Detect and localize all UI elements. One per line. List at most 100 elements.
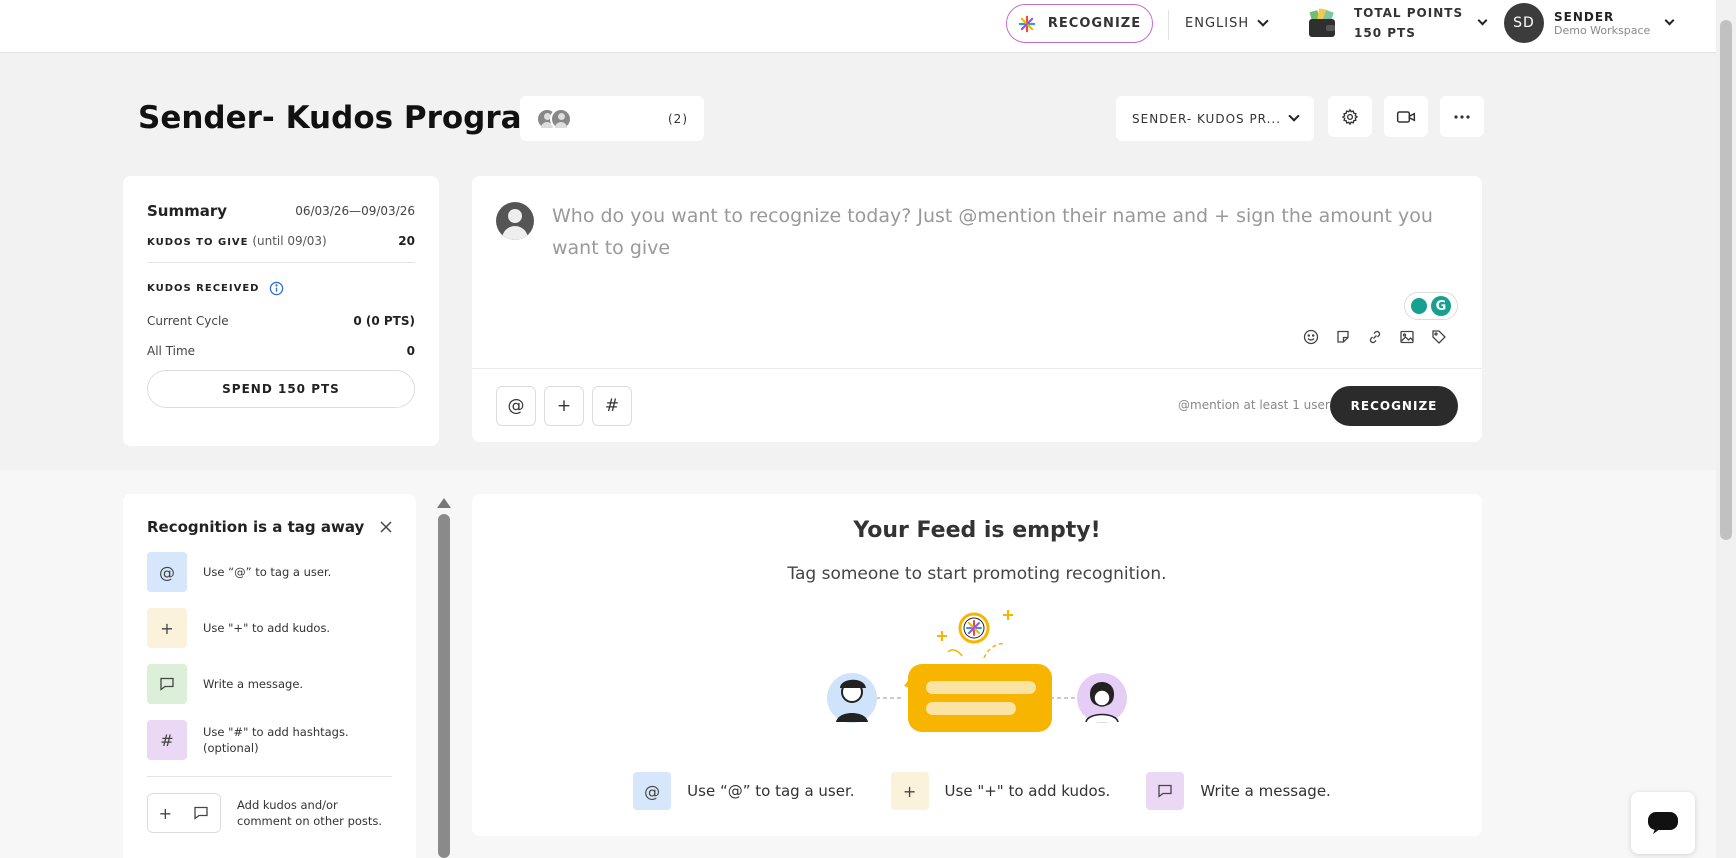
empty-feed-illustration <box>827 610 1127 732</box>
mention-button[interactable]: @ <box>496 386 536 426</box>
feed-steps: @ Use “@” to tag a user. + Use "+" to add k… <box>632 772 1332 810</box>
tip-combo-text: Add kudos and/or comment on other posts. <box>237 798 383 828</box>
kudos-to-give-label: KUDOS TO GIVE <box>147 237 249 248</box>
plus-icon: + <box>147 608 187 648</box>
kudos-logo-icon <box>1018 15 1036 32</box>
grammarly-icon: G <box>1431 296 1451 316</box>
all-time-value: 0 <box>406 344 415 358</box>
tag-button[interactable] <box>1430 328 1448 346</box>
top-recognize-label: RECOGNIZE <box>1047 16 1142 31</box>
summary-card: Summary 06/03/26—09/03/26 KUDOS TO GIVE … <box>123 176 439 446</box>
chat-widget-button[interactable] <box>1631 792 1695 854</box>
feed-step-text: Use "+" to add kudos. <box>944 782 1111 800</box>
settings-button[interactable] <box>1328 96 1372 137</box>
feed-step: @ Use “@” to tag a user. <box>633 772 855 810</box>
composer-toolbar <box>1302 328 1448 346</box>
top-recognize-button[interactable]: RECOGNIZE <box>1006 4 1153 43</box>
total-points-dropdown[interactable]: TOTAL POINTS 150 PTS <box>1306 0 1488 46</box>
recognition-composer: Who do you want to recognize today? Just… <box>472 176 1482 442</box>
chevron-down-icon <box>1288 110 1300 122</box>
chevron-down-icon <box>1477 15 1488 26</box>
tips-title: Recognition is a tag away <box>147 518 365 536</box>
user-avatar-icon <box>496 202 534 240</box>
spend-points-button[interactable]: SPEND 150 PTS <box>147 370 415 408</box>
divider <box>472 368 1482 369</box>
recognize-submit-button[interactable]: RECOGNIZE <box>1330 386 1458 426</box>
program-selector[interactable]: SENDER- KUDOS PR... <box>1116 96 1314 141</box>
hashtag-button[interactable]: # <box>592 386 632 426</box>
divider <box>147 776 392 777</box>
kudos-to-give-value: 20 <box>398 234 415 248</box>
tip-combo-item: + Add kudos and/or comment on other post… <box>147 793 392 833</box>
feed-step: + Use "+" to add kudos. <box>890 772 1111 810</box>
emoji-icon <box>1303 329 1319 345</box>
user-menu[interactable]: SD SENDER Demo Workspace <box>1504 3 1675 43</box>
at-icon: @ <box>633 772 672 810</box>
current-cycle-label: Current Cycle <box>147 314 229 328</box>
members-button[interactable]: (2) <box>520 96 704 141</box>
video-button[interactable] <box>1384 96 1428 137</box>
member-avatar-icon <box>550 107 572 130</box>
total-points-label: TOTAL POINTS <box>1354 6 1464 20</box>
page-title: Sender- Kudos Program <box>138 100 554 136</box>
wallet-icon <box>1309 8 1335 37</box>
program-selector-label: SENDER- KUDOS PR... <box>1132 111 1282 126</box>
page-scrollbar[interactable] <box>1716 0 1736 858</box>
add-kudos-button[interactable]: + <box>544 386 584 426</box>
tip-text: Use “@” to tag a user. <box>203 565 332 579</box>
workspace-name: Demo Workspace <box>1554 23 1651 37</box>
recognition-input[interactable]: Who do you want to recognize today? Just… <box>552 200 1452 264</box>
tips-list: @ Use “@” to tag a user. + Use "+" to add k… <box>147 552 392 760</box>
tips-scrollbar[interactable] <box>437 498 451 858</box>
member-avatars <box>536 107 572 130</box>
link-icon <box>1369 330 1381 344</box>
more-horizontal-icon <box>1454 114 1470 119</box>
message-icon <box>1146 772 1185 810</box>
tip-item: @ Use “@” to tag a user. <box>147 552 392 592</box>
grammarly-bulb-icon <box>1411 298 1427 314</box>
separator <box>1168 10 1169 40</box>
recognition-tips-card: Recognition is a tag away @ Use “@” to ta… <box>123 494 416 858</box>
message-icon <box>160 677 174 691</box>
tip-item: + Use "+" to add kudos. <box>147 608 392 648</box>
feed-step: Write a message. <box>1146 772 1331 810</box>
feed-step-text: Use “@” to tag a user. <box>687 782 855 800</box>
divider <box>147 262 415 263</box>
more-options-button[interactable] <box>1440 96 1484 137</box>
info-icon[interactable] <box>269 281 284 296</box>
link-button[interactable] <box>1366 328 1384 346</box>
language-label: ENGLISH <box>1185 15 1250 31</box>
page-scroll-thumb[interactable] <box>1720 20 1732 540</box>
grammarly-widget[interactable]: G <box>1404 292 1458 320</box>
message-icon <box>147 664 187 704</box>
image-icon <box>1400 330 1414 344</box>
chevron-down-icon <box>1257 14 1269 27</box>
kudos-received-label: KUDOS RECEIVED <box>147 283 260 294</box>
sticker-icon <box>1337 330 1349 343</box>
user-name: SENDER <box>1554 9 1615 24</box>
total-points-value: 150 PTS <box>1354 26 1416 40</box>
hash-icon: # <box>147 720 187 760</box>
members-count: (2) <box>668 111 688 126</box>
message-icon <box>194 806 208 820</box>
feed-panel: Your Feed is empty! Tag someone to start… <box>472 494 1482 836</box>
scroll-up-icon[interactable] <box>437 498 451 508</box>
emoji-button[interactable] <box>1302 328 1320 346</box>
feed-empty-title: Your Feed is empty! <box>853 518 1101 543</box>
tip-item: Write a message. <box>147 664 392 704</box>
sticker-button[interactable] <box>1334 328 1352 346</box>
close-icon[interactable] <box>380 521 392 533</box>
scroll-thumb[interactable] <box>438 514 450 858</box>
image-button[interactable] <box>1398 328 1416 346</box>
plus-icon: + <box>890 772 929 810</box>
video-icon <box>1396 110 1416 123</box>
mention-hint: @mention at least 1 user <box>1178 398 1330 412</box>
tip-text: Use "+" to add kudos. <box>203 621 331 635</box>
chevron-down-icon <box>1664 15 1675 26</box>
feed-step-text: Write a message. <box>1200 782 1331 800</box>
language-selector[interactable]: ENGLISH <box>1185 0 1269 46</box>
gear-icon <box>1341 108 1359 125</box>
current-cycle-value: 0 (0 PTS) <box>353 314 415 328</box>
tip-text: Use "#" to add hashtags. (optional) <box>203 725 349 755</box>
at-icon: @ <box>147 552 187 592</box>
